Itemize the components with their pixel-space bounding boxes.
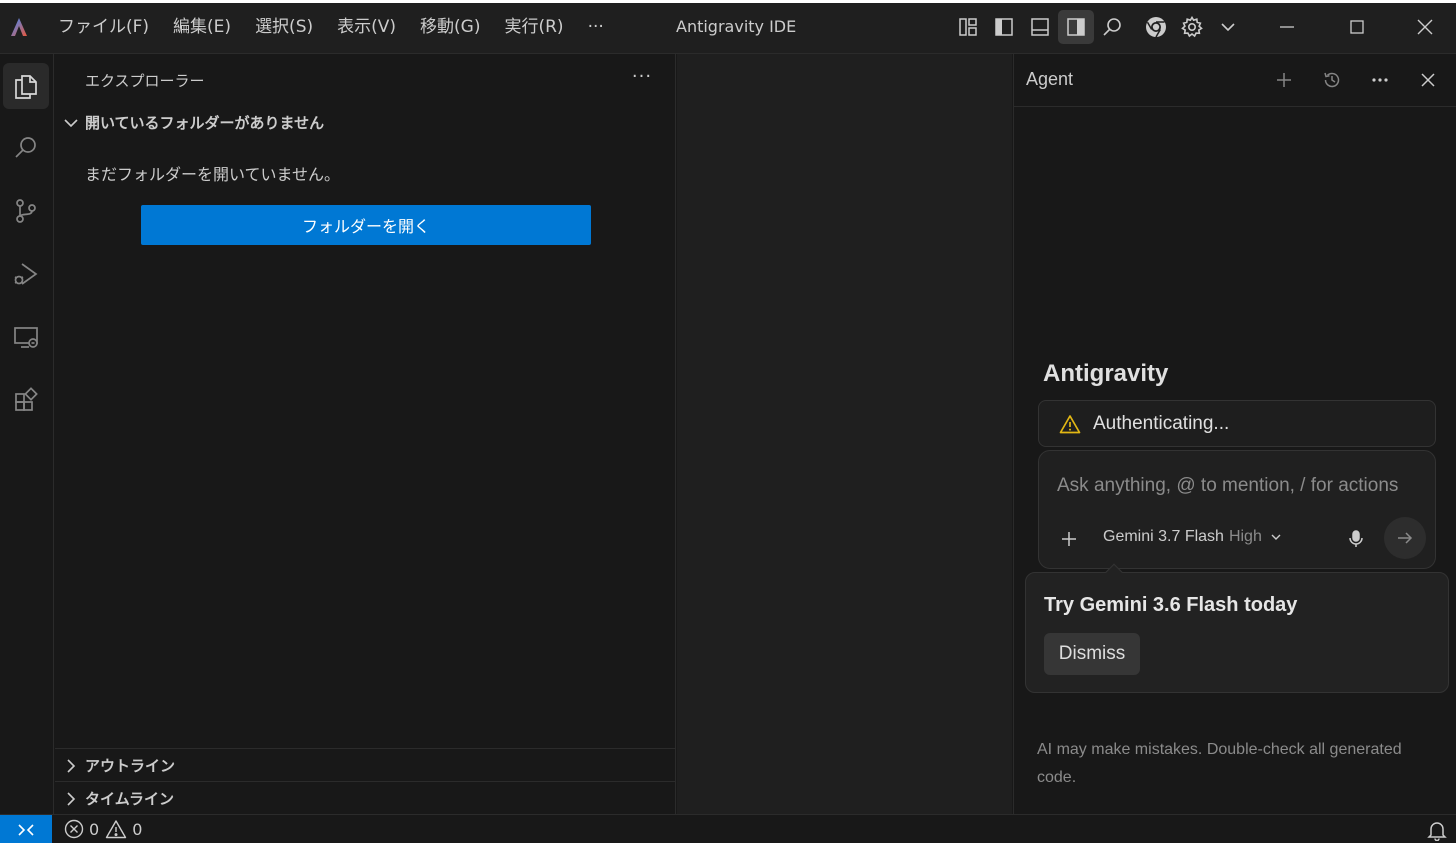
agent-brand-title: Antigravity — [1043, 360, 1169, 387]
search-icon[interactable] — [1094, 10, 1130, 44]
promo-title: Try Gemini 3.6 Flash today — [1044, 594, 1298, 616]
settings-gear-icon[interactable] — [1174, 10, 1210, 44]
auth-status-text: Authenticating... — [1093, 412, 1230, 434]
remote-explorer-icon[interactable] — [3, 314, 49, 360]
model-mode: High — [1228, 528, 1262, 545]
chevron-down-icon — [64, 118, 78, 127]
run-debug-icon[interactable] — [3, 251, 49, 297]
activity-bar — [0, 54, 54, 814]
ai-disclaimer: AI may make mistakes. Double-check all g… — [1037, 741, 1402, 786]
source-control-icon[interactable] — [3, 188, 49, 234]
menu-more[interactable]: ··· — [576, 14, 616, 40]
problems-indicator[interactable]: 0 0 — [64, 819, 148, 839]
dismiss-button[interactable]: Dismiss — [1044, 633, 1140, 675]
title-bar-top-line — [0, 0, 1456, 3]
chat-input-box[interactable]: Ask anything, @ to mention, / for action… — [1038, 450, 1436, 569]
chevron-down-icon[interactable] — [1210, 10, 1246, 44]
extensions-icon[interactable] — [3, 377, 49, 423]
agent-title: Agent — [1026, 69, 1074, 89]
remote-icon — [18, 823, 34, 836]
warning-count: 0 — [132, 819, 143, 839]
arrow-right-icon — [1398, 532, 1413, 544]
menu-run[interactable]: 実行(R) — [492, 14, 575, 40]
add-context-plus-icon[interactable] — [1057, 527, 1081, 551]
outline-section-header[interactable]: アウトライン — [63, 755, 175, 776]
explorer-icon[interactable] — [3, 63, 49, 109]
new-chat-plus-icon[interactable] — [1272, 68, 1296, 92]
window-title: Antigravity IDE — [676, 17, 797, 36]
menu-bar: ファイル(F) 編集(E) 選択(S) 表示(V) 移動(G) 実行(R) ··… — [46, 14, 616, 40]
no-folder-section-header[interactable]: 開いているフォルダーがありません — [63, 112, 324, 133]
title-bar: ファイル(F) 編集(E) 選択(S) 表示(V) 移動(G) 実行(R) ··… — [0, 0, 1456, 54]
maximize-icon — [1350, 20, 1364, 34]
customize-layout-icon[interactable] — [950, 10, 986, 44]
agent-more-icon[interactable] — [1368, 68, 1392, 92]
chevron-right-icon — [67, 791, 76, 806]
chat-input-placeholder[interactable]: Ask anything, @ to mention, / for action… — [1057, 475, 1398, 497]
no-folder-section-label: 開いているフォルダーがありません — [85, 114, 325, 132]
chrome-browser-icon[interactable] — [1138, 10, 1174, 44]
search-view-icon[interactable] — [3, 125, 49, 171]
status-bar: 0 0 — [0, 814, 1456, 843]
menu-selection[interactable]: 選択(S) — [243, 14, 325, 40]
minimize-button[interactable] — [1252, 10, 1322, 44]
explorer-sidebar: エクスプローラー ··· 開いているフォルダーがありません まだフォルダーを開い… — [55, 54, 676, 814]
close-icon — [1417, 19, 1433, 35]
warning-icon — [105, 820, 127, 839]
error-icon — [64, 819, 84, 839]
close-agent-icon[interactable] — [1416, 68, 1440, 92]
timeline-section-label: タイムライン — [85, 790, 174, 808]
editor-area[interactable] — [677, 54, 1012, 814]
microphone-icon[interactable] — [1344, 527, 1368, 551]
toggle-primary-sidebar-icon[interactable] — [986, 10, 1022, 44]
outline-section-label: アウトライン — [85, 757, 176, 775]
model-selector[interactable]: Gemini 3.7 Flash High — [1103, 528, 1282, 546]
section-divider — [55, 781, 675, 782]
toggle-secondary-sidebar-icon[interactable] — [1058, 10, 1094, 44]
menu-view[interactable]: 表示(V) — [325, 14, 408, 40]
empty-folder-message: まだフォルダーを開いていません。 — [85, 165, 341, 184]
auth-status-box: Authenticating... — [1038, 400, 1436, 447]
maximize-button[interactable] — [1322, 10, 1392, 44]
close-window-button[interactable] — [1390, 10, 1456, 44]
minimize-icon — [1280, 26, 1294, 28]
chevron-down-icon — [1271, 534, 1281, 540]
sidebar-title: エクスプローラー — [85, 72, 205, 90]
history-icon[interactable] — [1320, 68, 1344, 92]
remote-indicator-button[interactable] — [0, 815, 52, 843]
send-button[interactable] — [1384, 517, 1426, 559]
agent-panel: Agent Antigravity Authenticating... Ask … — [1013, 54, 1456, 814]
warning-icon — [1059, 414, 1081, 433]
menu-go[interactable]: 移動(G) — [408, 14, 492, 40]
agent-header: Agent — [1014, 54, 1456, 107]
chevron-right-icon — [67, 758, 76, 773]
sidebar-more-actions-button[interactable]: ··· — [629, 66, 655, 92]
section-divider — [55, 748, 675, 749]
notifications-bell-icon[interactable] — [1426, 819, 1448, 841]
antigravity-logo-icon[interactable] — [8, 16, 30, 38]
promo-popup: Try Gemini 3.6 Flash today Dismiss — [1025, 563, 1449, 693]
error-count: 0 — [89, 819, 100, 839]
open-folder-button[interactable]: フォルダーを開く — [141, 205, 591, 245]
menu-edit[interactable]: 編集(E) — [161, 14, 243, 40]
timeline-section-header[interactable]: タイムライン — [63, 788, 174, 809]
layout-controls — [950, 10, 1246, 44]
menu-file[interactable]: ファイル(F) — [46, 14, 161, 40]
toggle-panel-icon[interactable] — [1022, 10, 1058, 44]
model-name: Gemini 3.7 Flash — [1103, 528, 1224, 545]
